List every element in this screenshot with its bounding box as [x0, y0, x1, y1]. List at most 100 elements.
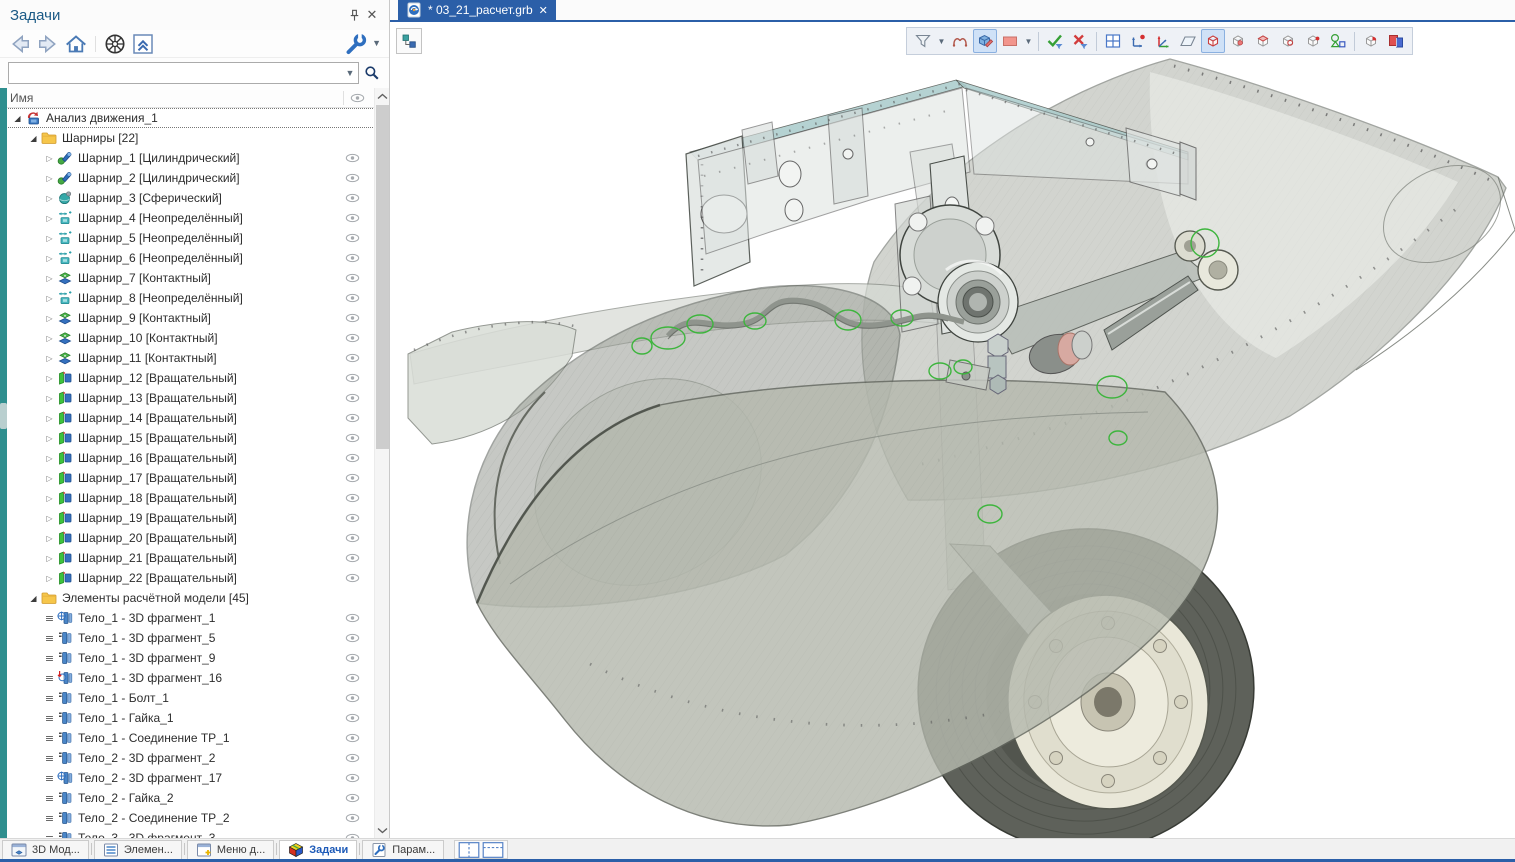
tree-row[interactable]: ▷Шарнир_13 [Вращательный] [0, 388, 375, 408]
tree-row[interactable]: ≡Тело_2 - Соединение ТР_2 [0, 808, 375, 828]
visibility-eye-icon[interactable] [345, 813, 360, 823]
apply-selection-button[interactable] [1043, 29, 1067, 53]
expander-icon[interactable]: ▷ [42, 334, 57, 343]
tree-row[interactable]: ≡Тело_1 - Гайка_1 [0, 708, 375, 728]
tree-row[interactable]: ▷Шарнир_2 [Цилиндрический] [0, 168, 375, 188]
window-tab-4[interactable]: Задачи [279, 840, 357, 859]
expander-icon[interactable]: ▷ [42, 414, 57, 423]
back-button[interactable] [8, 33, 32, 55]
row-menu-icon[interactable]: ≡ [42, 692, 57, 705]
expander-icon[interactable]: ◢ [10, 114, 25, 123]
expander-icon[interactable]: ▷ [42, 574, 57, 583]
visibility-eye-icon[interactable] [345, 273, 360, 283]
panel-settings-button[interactable] [344, 33, 368, 55]
filter-input[interactable] [9, 64, 342, 82]
lcs-button[interactable] [1151, 29, 1175, 53]
tree-row[interactable]: ▷Шарнир_3 [Сферический] [0, 188, 375, 208]
visibility-eye-icon[interactable] [345, 633, 360, 643]
tree-row[interactable]: ≡Тело_3 - 3D фрагмент_3 [0, 828, 375, 838]
visibility-eye-icon[interactable] [345, 453, 360, 463]
3d-viewport[interactable] [390, 24, 1515, 838]
search-icon[interactable] [363, 64, 381, 82]
visibility-eye-icon[interactable] [345, 233, 360, 243]
tree-row[interactable]: ≡Тело_2 - 3D фрагмент_2 [0, 748, 375, 768]
sketch-shapes-mode-button[interactable] [1326, 29, 1350, 53]
tree-row[interactable]: ≡Тело_1 - 3D фрагмент_16 [0, 668, 375, 688]
expander-icon[interactable]: ▷ [42, 154, 57, 163]
visibility-eye-icon[interactable] [345, 393, 360, 403]
visibility-eye-icon[interactable] [345, 613, 360, 623]
expander-icon[interactable]: ▷ [42, 494, 57, 503]
materials-button[interactable] [1384, 29, 1408, 53]
row-menu-icon[interactable]: ≡ [42, 752, 57, 765]
tree-row[interactable]: ▷Шарнир_11 [Контактный] [0, 348, 375, 368]
visibility-eye-icon[interactable] [345, 513, 360, 523]
tree-row[interactable]: ◢Элементы расчётной модели [45] [0, 588, 375, 608]
visibility-eye-icon[interactable] [345, 733, 360, 743]
highlight-color-button[interactable] [998, 29, 1022, 53]
selection-filter-button[interactable] [911, 29, 935, 53]
tree-row[interactable]: ▷Шарнир_19 [Вращательный] [0, 508, 375, 528]
select-through-button[interactable] [948, 29, 972, 53]
expander-icon[interactable]: ▷ [42, 394, 57, 403]
visibility-eye-icon[interactable] [345, 353, 360, 363]
tree-row[interactable]: ▷Шарнир_17 [Вращательный] [0, 468, 375, 488]
wireframe-mode-button[interactable] [1201, 29, 1225, 53]
related-elements-button[interactable] [103, 33, 127, 55]
filter-combobox[interactable]: ▼ [8, 62, 359, 84]
tree-row[interactable]: ▷Шарнир_7 [Контактный] [0, 268, 375, 288]
visibility-eye-icon[interactable] [345, 693, 360, 703]
chevron-down-icon[interactable]: ▼ [1023, 29, 1034, 53]
row-menu-icon[interactable]: ≡ [42, 672, 57, 685]
row-menu-icon[interactable]: ≡ [42, 772, 57, 785]
visibility-eye-icon[interactable] [345, 573, 360, 583]
expander-icon[interactable]: ▷ [42, 194, 57, 203]
model-structure-button[interactable] [396, 28, 422, 54]
scroll-up-icon[interactable] [375, 88, 390, 104]
visibility-eye-icon[interactable] [345, 213, 360, 223]
edit-3d-element-button[interactable] [973, 29, 997, 53]
visibility-eye-icon[interactable] [345, 713, 360, 723]
row-menu-icon[interactable]: ≡ [42, 652, 57, 665]
forward-button[interactable] [36, 33, 60, 55]
lcs-point-button[interactable] [1126, 29, 1150, 53]
tree-row[interactable]: ▷Шарнир_20 [Вращательный] [0, 528, 375, 548]
collapse-all-button[interactable] [131, 33, 155, 55]
visibility-eye-icon[interactable] [345, 773, 360, 783]
visibility-eye-icon[interactable] [345, 753, 360, 763]
expander-icon[interactable]: ▷ [42, 434, 57, 443]
split-vertical-icon[interactable] [458, 841, 480, 858]
visibility-eye-icon[interactable] [345, 153, 360, 163]
expander-icon[interactable]: ▷ [42, 374, 57, 383]
tree-row[interactable]: ▷Шарнир_5 [Неопределённый] [0, 228, 375, 248]
chevron-down-icon[interactable]: ▼ [372, 39, 381, 48]
row-menu-icon[interactable]: ≡ [42, 612, 57, 625]
tree-row[interactable]: ▷Шарнир_10 [Контактный] [0, 328, 375, 348]
tree-row[interactable]: ▷Шарнир_21 [Вращательный] [0, 548, 375, 568]
split-horizontal-icon[interactable] [482, 841, 504, 858]
visibility-eye-icon[interactable] [345, 653, 360, 663]
3d-canvas-area[interactable]: ▼▼ [390, 24, 1515, 838]
scroll-down-icon[interactable] [375, 822, 390, 838]
visibility-column-eye-icon[interactable] [350, 93, 365, 103]
tree-row[interactable]: ▷Шарнир_8 [Неопределённый] [0, 288, 375, 308]
expander-icon[interactable]: ◢ [26, 134, 41, 143]
window-tab-5[interactable]: Парам... [362, 840, 444, 859]
visibility-eye-icon[interactable] [345, 173, 360, 183]
tree-row[interactable]: ≡Тело_1 - 3D фрагмент_9 [0, 648, 375, 668]
scrollbar-thumb[interactable] [376, 105, 389, 449]
collapsed-panel-strip[interactable] [0, 88, 7, 838]
visibility-eye-icon[interactable] [345, 553, 360, 563]
tree-row[interactable]: ≡Тело_1 - 3D фрагмент_1 [0, 608, 375, 628]
expander-icon[interactable]: ▷ [42, 554, 57, 563]
row-menu-icon[interactable]: ≡ [42, 732, 57, 745]
expander-icon[interactable]: ▷ [42, 234, 57, 243]
tree-row[interactable]: ▷Шарнир_1 [Цилиндрический] [0, 148, 375, 168]
visibility-eye-icon[interactable] [345, 433, 360, 443]
tree-row[interactable]: ≡Тело_2 - Гайка_2 [0, 788, 375, 808]
tree-row[interactable]: ▷Шарнир_18 [Вращательный] [0, 488, 375, 508]
row-menu-icon[interactable]: ≡ [42, 632, 57, 645]
expander-icon[interactable]: ▷ [42, 474, 57, 483]
visibility-eye-icon[interactable] [345, 193, 360, 203]
visibility-eye-icon[interactable] [345, 293, 360, 303]
